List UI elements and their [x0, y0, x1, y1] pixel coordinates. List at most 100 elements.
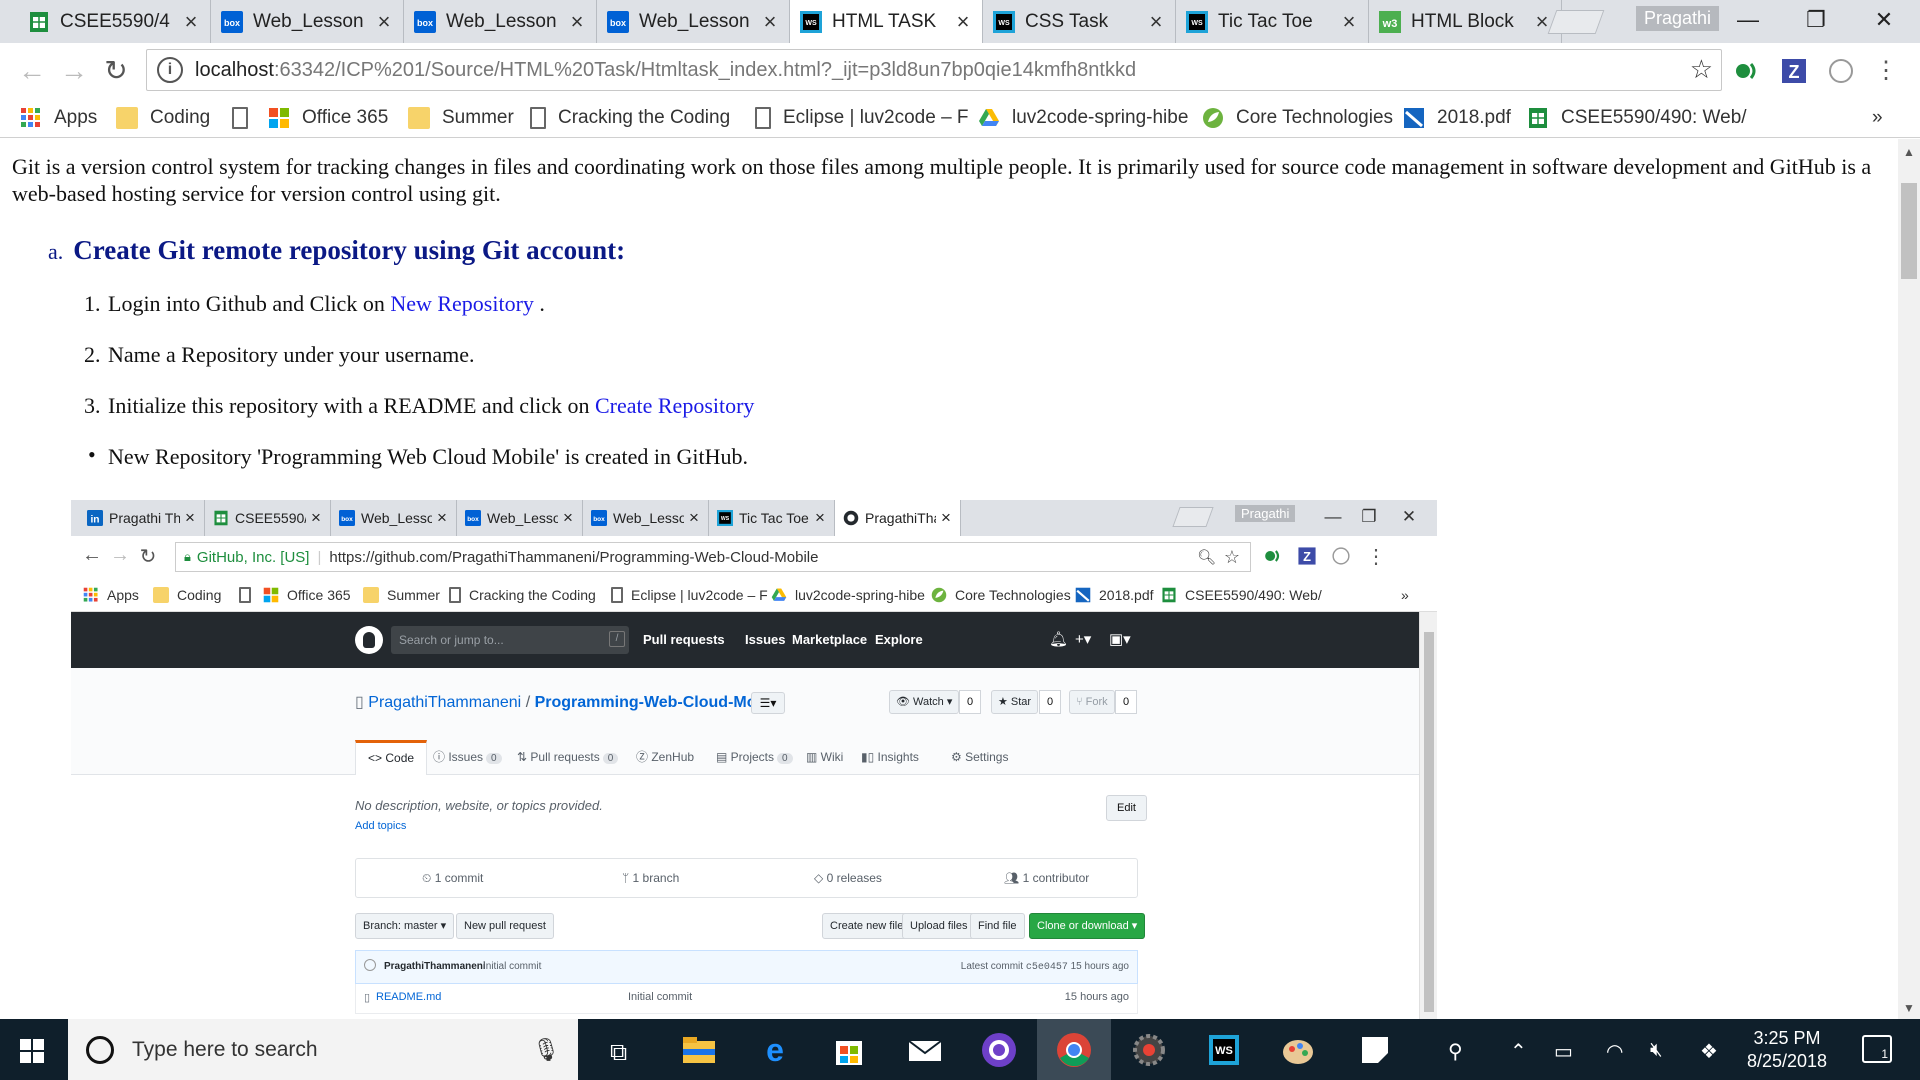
- zoom-search-icon: 🔍︎: [1196, 549, 1216, 566]
- create-new-file-button: Create new file: [822, 913, 912, 939]
- browser-tab[interactable]: box Web_Lesson1.dc×: [583, 500, 709, 536]
- inner-circle-icon: [1332, 547, 1350, 565]
- gear-app-icon[interactable]: [1130, 1031, 1168, 1069]
- tab-close-icon[interactable]: ×: [684, 508, 704, 528]
- bookmark-csee5590[interactable]: CSEE5590/490: Web/: [1527, 104, 1747, 132]
- bookmark-summer[interactable]: Summer: [408, 104, 514, 132]
- github-repo-page: ▯ PragathiThammaneni / Programming-Web-C…: [71, 668, 1419, 1019]
- page-scrollbar[interactable]: ▲ ▼: [1898, 139, 1920, 1019]
- lock-icon: 🔒︎: [184, 549, 191, 564]
- github-desktop-icon[interactable]: [980, 1031, 1018, 1069]
- address-bar[interactable]: i localhost:63342/ICP%201/Source/HTML%20…: [146, 49, 1722, 91]
- browser-tab[interactable]: WS Tic Tac Toe ×: [1176, 0, 1369, 43]
- store-icon[interactable]: [830, 1031, 868, 1069]
- dropbox-icon[interactable]: ❖: [1700, 1039, 1718, 1064]
- bookmark-core-technologies[interactable]: Core Technologies: [1202, 104, 1393, 132]
- tab-close-icon[interactable]: ×: [950, 9, 976, 35]
- browser-tab[interactable]: box Web_Lesson ×: [597, 0, 790, 43]
- browser-tab[interactable]: WS Tic Tac Toe ×: [709, 500, 835, 536]
- browser-tab[interactable]: box Web_Lesson ×: [211, 0, 404, 43]
- minimize-button[interactable]: —: [1720, 0, 1776, 43]
- bookmark-page[interactable]: [232, 104, 260, 132]
- sticky-notes-icon[interactable]: [1356, 1031, 1394, 1069]
- create-repository-link[interactable]: Create Repository: [595, 393, 754, 418]
- action-center-icon[interactable]: 1: [1862, 1035, 1892, 1063]
- browser-tab[interactable]: box Web_Lesson ×: [404, 0, 597, 43]
- tab-close-icon[interactable]: ×: [936, 508, 956, 528]
- task-view-icon[interactable]: ⧉: [610, 1039, 627, 1067]
- bookmarks-overflow[interactable]: »: [1872, 104, 1883, 132]
- new-tab-button[interactable]: [1547, 10, 1605, 34]
- extension-sound-icon[interactable]: [1733, 57, 1761, 85]
- inner-toolbar: ← → ↻ 🔒︎ GitHub, Inc. [US] | https://git…: [71, 536, 1437, 578]
- battery-icon[interactable]: ▭: [1554, 1039, 1573, 1064]
- windows-start-icon[interactable]: [20, 1039, 44, 1063]
- scroll-down-arrow[interactable]: ▼: [1903, 1001, 1915, 1015]
- mail-icon[interactable]: [906, 1031, 944, 1069]
- tab-close-icon[interactable]: ×: [371, 9, 397, 35]
- tab-close-icon[interactable]: ×: [757, 9, 783, 35]
- edit-description-button: Edit: [1106, 795, 1147, 821]
- section-heading: a. Create Git remote repository using Git…: [48, 235, 625, 266]
- edge-browser-icon[interactable]: e: [756, 1031, 794, 1069]
- wifi-icon[interactable]: ◠: [1606, 1039, 1623, 1064]
- tab-close-icon[interactable]: ×: [432, 508, 452, 528]
- tab-close-icon[interactable]: ×: [564, 9, 590, 35]
- bookmark-2018-pdf[interactable]: 2018.pdf: [1403, 104, 1511, 132]
- paint-icon[interactable]: [1280, 1031, 1318, 1069]
- tab-close-icon[interactable]: ×: [810, 508, 830, 528]
- browser-tab[interactable]: PragathiThamm×: [835, 500, 961, 536]
- bookmark-coding[interactable]: Coding: [116, 104, 210, 132]
- profile-button[interactable]: Pragathi: [1636, 6, 1720, 31]
- back-button[interactable]: ←: [12, 51, 52, 91]
- tab-close-icon[interactable]: ×: [306, 508, 326, 528]
- bookmark-apps[interactable]: Apps: [20, 104, 97, 132]
- repo-stats-bar: ⏲︎ 1 commit ᛘ 1 branch ◇ 0 releases 👥︎ 1…: [355, 858, 1138, 898]
- webstorm-icon[interactable]: WS: [1205, 1031, 1243, 1069]
- bookmark-star-icon[interactable]: ☆: [1690, 54, 1713, 85]
- browser-tab[interactable]: box Web_Lesson1-In×: [457, 500, 583, 536]
- microphone-icon[interactable]: 🎙︎: [532, 1037, 560, 1063]
- browser-tab[interactable]: w3 HTML Block ×: [1369, 0, 1562, 43]
- bookmark-office365[interactable]: Office 365: [268, 104, 388, 132]
- svg-text:e: e: [766, 1032, 784, 1068]
- forward-button[interactable]: →: [54, 51, 94, 91]
- bookmark-luv2code-spring[interactable]: luv2code-spring-hibe: [978, 104, 1188, 132]
- tab-close-icon[interactable]: ×: [558, 508, 578, 528]
- show-hidden-icons[interactable]: ⌃: [1510, 1039, 1527, 1064]
- scroll-up-arrow[interactable]: ▲: [1903, 145, 1915, 159]
- browser-tab[interactable]: in Pragathi Thamm×: [79, 500, 205, 536]
- info-icon[interactable]: i: [157, 57, 183, 83]
- browser-tab[interactable]: WS CSS Task ×: [983, 0, 1176, 43]
- tab-close-icon[interactable]: ×: [1143, 9, 1169, 35]
- bookmark-eclipse[interactable]: Eclipse | luv2code – F: [755, 104, 969, 132]
- close-window-button[interactable]: ✕: [1856, 0, 1912, 43]
- tab-close-icon[interactable]: ×: [178, 9, 204, 35]
- people-icon[interactable]: ⚲: [1448, 1039, 1463, 1064]
- tab-issues: ⓘ Issues 0: [433, 740, 502, 775]
- zenhub-extension-icon[interactable]: Z: [1780, 57, 1808, 85]
- taskbar-search-box[interactable]: Type here to search 🎙︎: [68, 1019, 578, 1080]
- tab-title: Web_Lesson1-In: [487, 510, 558, 526]
- system-clock[interactable]: 3:25 PM 8/25/2018: [1742, 1027, 1832, 1073]
- browser-tab[interactable]: CSEE5590/490:×: [205, 500, 331, 536]
- volume-muted-icon[interactable]: 🔇︎: [1650, 1039, 1663, 1062]
- new-repository-link[interactable]: New Repository: [390, 291, 534, 316]
- browser-tab[interactable]: WS HTML TASK ×: [790, 0, 983, 43]
- chrome-icon[interactable]: [1055, 1031, 1093, 1069]
- chrome-menu-icon[interactable]: ⋮: [1866, 51, 1906, 91]
- folder-icon: [116, 107, 138, 129]
- reload-button[interactable]: ↻: [96, 51, 136, 91]
- scrollbar-thumb[interactable]: [1901, 183, 1917, 279]
- star-count: 0: [1039, 690, 1062, 714]
- tab-close-icon[interactable]: ×: [1336, 9, 1362, 35]
- browser-tab[interactable]: CSEE5590/4 ×: [18, 0, 211, 43]
- bookmark-cracking-coding[interactable]: Cracking the Coding: [530, 104, 730, 132]
- browser-tab[interactable]: box Web_Lesson1.zi×: [331, 500, 457, 536]
- tab-title: Pragathi Thamm: [109, 510, 180, 526]
- restore-button[interactable]: ❐: [1788, 0, 1844, 43]
- tab-close-icon[interactable]: ×: [180, 508, 200, 528]
- file-explorer-icon[interactable]: [680, 1031, 718, 1069]
- inner-minimize-button: —: [1324, 507, 1342, 526]
- extension-circle-icon[interactable]: [1827, 57, 1855, 85]
